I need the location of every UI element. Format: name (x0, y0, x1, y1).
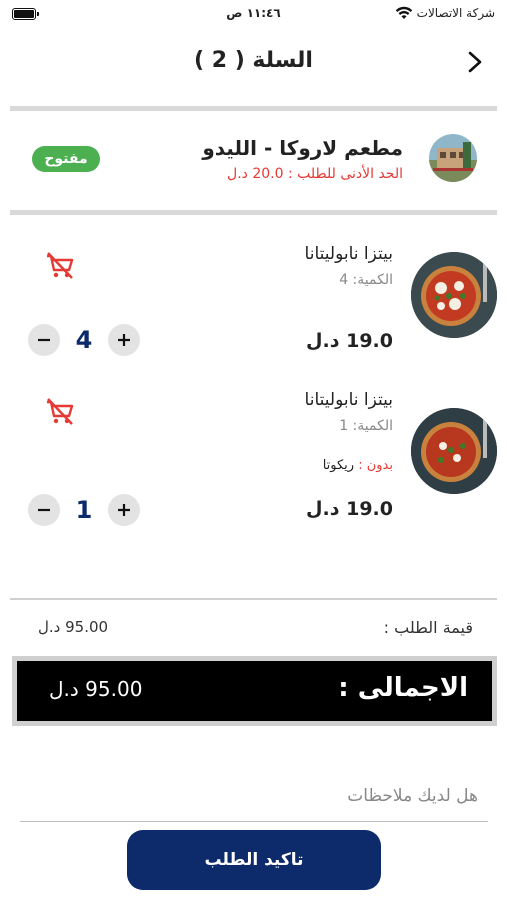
pizza-image (411, 408, 497, 494)
status-time: ١١:٤٦ ص (226, 6, 281, 20)
divider (10, 598, 497, 600)
item-quantity-label: الكمية: 4 (339, 272, 393, 288)
plus-icon (118, 504, 130, 516)
cart-item: بيتزا نابوليتانا الكمية: 1 بدون : ريكوتا… (0, 382, 507, 532)
status-bar: شركة الاتصالات ١١:٤٦ ص (0, 0, 507, 30)
remove-from-cart-button[interactable] (44, 250, 76, 282)
item-price: 19.0 د.ل (306, 330, 393, 352)
divider (10, 210, 497, 215)
back-button[interactable] (461, 48, 489, 76)
remove-from-cart-button[interactable] (44, 396, 76, 428)
confirm-order-button[interactable]: تاكيد الطلب (127, 830, 381, 890)
page-title: السلة ( 2 ) (194, 48, 313, 73)
minus-icon (38, 338, 50, 342)
item-name: بيتزا نابوليتانا (304, 390, 393, 410)
quantity-value: 1 (75, 496, 93, 524)
header: السلة ( 2 ) (0, 40, 507, 84)
minus-icon (38, 508, 50, 512)
plus-icon (118, 334, 130, 346)
quantity-value: 4 (75, 326, 93, 354)
item-quantity-label: الكمية: 1 (339, 418, 393, 434)
without-label: بدون : (358, 458, 393, 473)
divider (10, 106, 497, 111)
quantity-stepper: 1 (28, 493, 140, 527)
notes-input[interactable] (20, 770, 488, 822)
status-badge: مفتوح (32, 146, 100, 172)
restaurant-card[interactable]: مطعم لاروكا - الليدو الحد الأدنى للطلب :… (0, 124, 507, 200)
pizza-image (411, 252, 497, 338)
item-modifier: بدون : ريكوتا (323, 458, 393, 473)
item-name: بيتزا نابوليتانا (304, 244, 393, 264)
remove-cart-icon (47, 398, 74, 425)
battery-icon (12, 8, 39, 20)
chevron-right-icon (468, 51, 482, 73)
without-value: ريكوتا (322, 458, 355, 473)
decrease-button[interactable] (28, 324, 60, 356)
total-label: الاجمالى : (338, 673, 468, 703)
cart-item: بيتزا نابوليتانا الكمية: 4 19.0 د.ل 4 (0, 236, 507, 366)
minimum-order: الحد الأدنى للطلب : 20.0 د.ل (227, 166, 403, 182)
remove-cart-icon (47, 252, 74, 279)
increase-button[interactable] (108, 494, 140, 526)
increase-button[interactable] (108, 324, 140, 356)
decrease-button[interactable] (28, 494, 60, 526)
subtotal-value: 95.00 د.ل (38, 618, 109, 636)
total-box: الاجمالى : 95.00 د.ل (12, 656, 497, 726)
item-price: 19.0 د.ل (306, 498, 393, 520)
subtotal-label: قيمة الطلب : (383, 618, 473, 637)
restaurant-name: مطعم لاروكا - الليدو (202, 136, 403, 160)
restaurant-logo (429, 134, 477, 182)
quantity-stepper: 4 (28, 323, 140, 357)
total-value: 95.00 د.ل (49, 677, 143, 701)
